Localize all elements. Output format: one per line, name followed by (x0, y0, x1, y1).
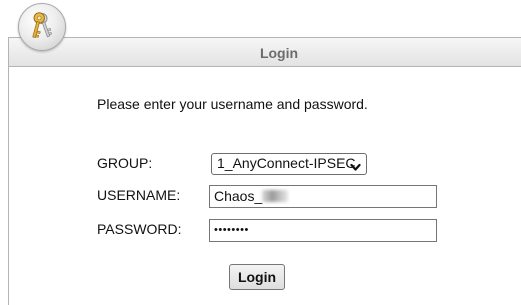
username-field[interactable]: Chaos_ (209, 185, 437, 208)
login-button[interactable]: Login (229, 264, 285, 290)
login-header-title: Login (259, 45, 299, 61)
group-label: GROUP: (97, 155, 153, 171)
password-field[interactable]: •••••••• (209, 219, 437, 242)
keys-icon (18, 3, 66, 51)
redacted-blur (262, 190, 289, 202)
group-select[interactable]: 1_AnyConnect-IPSEC (211, 153, 367, 175)
login-page: Login Please enter your username and pas (0, 0, 521, 305)
login-instructions: Please enter your username and password. (97, 96, 368, 112)
username-label: USERNAME: (97, 187, 181, 203)
group-select-value: 1_AnyConnect-IPSEC (217, 155, 356, 171)
password-value: •••••••• (214, 224, 249, 236)
login-header-bar: Login (9, 37, 521, 67)
chevron-down-icon (350, 159, 361, 174)
password-label: PASSWORD: (97, 221, 182, 237)
username-value: Chaos_ (214, 188, 263, 204)
